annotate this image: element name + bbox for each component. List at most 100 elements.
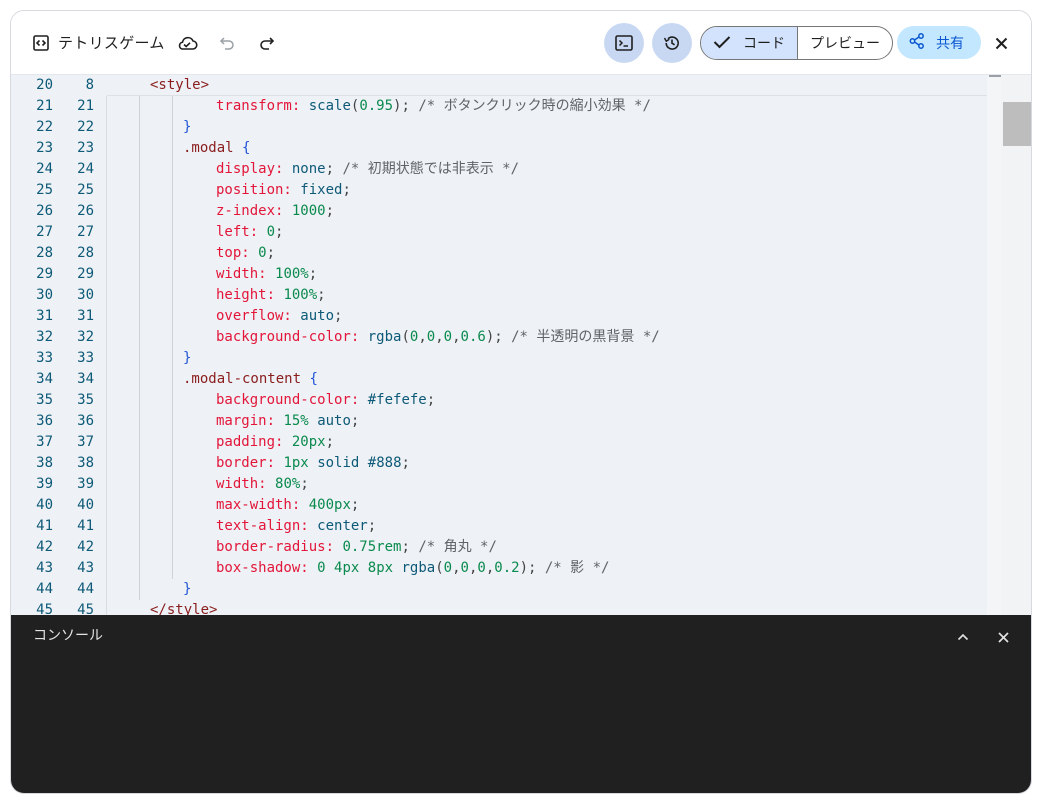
code-token: auto xyxy=(300,308,335,324)
code-token: padding: xyxy=(216,434,284,450)
code-token: ; xyxy=(334,308,343,324)
code-token: ; xyxy=(367,518,377,534)
code-token: 80% xyxy=(275,476,301,492)
line-number-old: 42 xyxy=(36,539,53,555)
indent-guide xyxy=(172,96,173,579)
code-token: { xyxy=(309,371,318,387)
code-token: ; xyxy=(401,539,410,555)
line-number-new: 45 xyxy=(77,602,94,615)
code-token: 15% xyxy=(283,413,309,429)
redo-icon[interactable] xyxy=(257,33,277,53)
code-token: /* 半透明の黒背景 */ xyxy=(511,329,660,345)
sticky-line: <style> xyxy=(150,75,209,96)
line-number-new: 26 xyxy=(77,203,94,219)
overview-ruler xyxy=(987,75,1001,615)
preview-tab[interactable]: プレビュー xyxy=(798,27,892,59)
code-line: top: 0; xyxy=(216,243,275,264)
line-number-new: 33 xyxy=(77,350,94,366)
code-token: ; xyxy=(275,224,284,240)
sticky-scroll-header[interactable]: <style> xyxy=(107,75,987,96)
line-number-new: 38 xyxy=(77,455,94,471)
console-title: コンソール xyxy=(33,628,103,644)
code-token: 100% xyxy=(283,287,318,303)
code-token: 0 xyxy=(426,329,436,345)
line-number-old: 38 xyxy=(36,455,53,471)
line-number-new: 8 xyxy=(85,77,94,93)
code-content[interactable]: transform: scale (0.95); /* ボタンクリック時の縮小効果… xyxy=(107,75,997,615)
share-label: 共有 xyxy=(936,35,964,52)
line-number-old: 28 xyxy=(36,245,53,261)
code-token: } xyxy=(183,119,192,135)
code-token: ; xyxy=(350,497,360,513)
code-token: 0.6 xyxy=(460,329,486,345)
line-number-old: 32 xyxy=(36,329,53,345)
code-file-icon xyxy=(31,33,51,53)
code-editor[interactable]: 21 22 23 24 25 26 27 28 29 30 31 32 33 34 35 36 37 38 39 40… xyxy=(11,75,1031,615)
code-line: height: 100%; xyxy=(216,285,326,306)
history-icon xyxy=(663,34,681,52)
code-token: ( xyxy=(401,329,410,345)
code-token: /* 初期状態では非表示 */ xyxy=(342,161,520,177)
code-token: ; xyxy=(300,476,309,492)
code-token: ; xyxy=(317,287,326,303)
share-icon xyxy=(909,32,925,53)
line-number-old: 36 xyxy=(36,413,53,429)
history-button[interactable] xyxy=(652,23,692,63)
code-line: } xyxy=(183,117,191,138)
code-token: 0 xyxy=(258,245,267,261)
code-line: padding: 20px; xyxy=(216,432,334,453)
scrollbar-track[interactable] xyxy=(1001,75,1031,615)
code-token: ); xyxy=(519,560,537,576)
line-number-old: 21 xyxy=(36,98,53,114)
scrollbar-thumb[interactable] xyxy=(1003,102,1031,146)
console-toggle-button[interactable] xyxy=(604,23,644,63)
code-token: 0 xyxy=(266,224,276,240)
line-number-old: 45 xyxy=(36,602,53,615)
code-line: background-color: #fefefe; xyxy=(216,390,435,411)
code-tab[interactable]: コード xyxy=(701,27,798,59)
code-line: margin: 15% auto; xyxy=(216,411,359,432)
document-title[interactable]: テトリスゲーム xyxy=(58,32,165,53)
undo-icon[interactable] xyxy=(217,33,237,53)
line-number-old: 23 xyxy=(36,140,53,156)
close-icon[interactable] xyxy=(991,33,1011,53)
code-token: 0 xyxy=(460,560,469,576)
code-token: #888 xyxy=(367,455,402,471)
cloud-icon[interactable] xyxy=(175,32,199,54)
line-number-new: 31 xyxy=(77,308,94,324)
code-token: max-width: xyxy=(216,497,301,513)
code-token: position: xyxy=(216,182,292,198)
code-token: #fefefe xyxy=(367,392,427,408)
code-token: 4px xyxy=(334,560,360,576)
console-close-icon[interactable] xyxy=(995,629,1011,645)
code-token: fixed xyxy=(300,182,343,198)
line-number-old: 39 xyxy=(36,476,53,492)
code-token: 0.75rem xyxy=(342,539,402,555)
line-number-new: 22 xyxy=(77,119,94,135)
code-token: 0.95 xyxy=(359,98,394,114)
code-token: </style> xyxy=(150,602,218,615)
code-token: background-color: xyxy=(216,392,360,408)
code-token: 0.2 xyxy=(494,560,520,576)
code-token: ; xyxy=(325,434,335,450)
code-token: 100% xyxy=(275,266,309,282)
code-token: ; xyxy=(325,161,335,177)
check-icon xyxy=(713,34,731,53)
code-token: auto xyxy=(317,413,351,429)
code-token: rgba xyxy=(367,329,402,345)
share-button[interactable]: 共有 xyxy=(897,26,981,59)
chevron-up-icon[interactable] xyxy=(955,629,971,645)
code-token: 0 xyxy=(443,560,453,576)
line-number-old: 40 xyxy=(36,497,53,513)
code-token: /* 角丸 */ xyxy=(418,539,497,555)
code-token: height: xyxy=(216,287,276,303)
